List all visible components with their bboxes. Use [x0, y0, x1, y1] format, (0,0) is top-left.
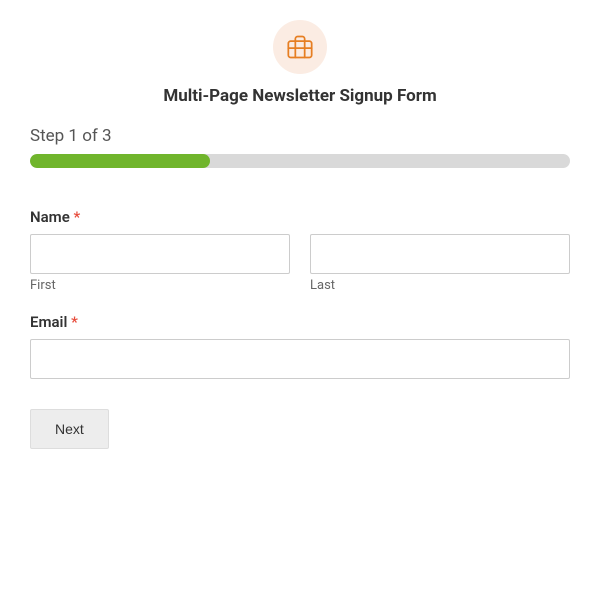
name-required: * [74, 208, 81, 226]
email-required: * [71, 313, 78, 331]
briefcase-icon-circle [273, 20, 327, 74]
email-label: Email * [30, 313, 570, 331]
step-label: Step 1 of 3 [30, 126, 570, 146]
progress-fill [30, 154, 210, 168]
briefcase-icon [286, 33, 314, 61]
first-name-input[interactable] [30, 234, 290, 274]
progress-bar [30, 154, 570, 168]
form-title: Multi-Page Newsletter Signup Form [30, 86, 570, 106]
email-label-text: Email [30, 313, 67, 331]
name-label-text: Name [30, 208, 70, 226]
first-name-sublabel: First [30, 278, 290, 293]
email-input[interactable] [30, 339, 570, 379]
last-name-sublabel: Last [310, 278, 570, 293]
next-button[interactable]: Next [30, 409, 109, 449]
last-name-input[interactable] [310, 234, 570, 274]
name-label: Name * [30, 208, 570, 226]
